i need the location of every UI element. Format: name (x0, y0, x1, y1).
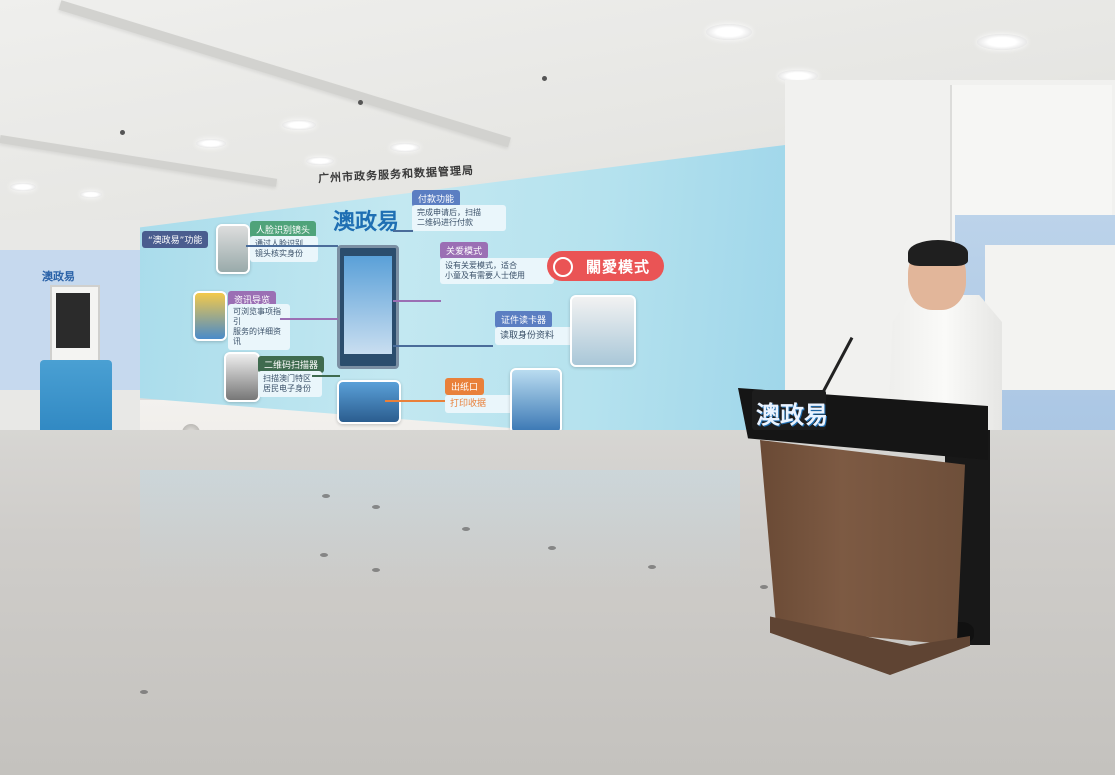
photo-scene: 广州市政务服务和数据管理局 “澳政易”功能 澳政易 人脸识别镜头 通过人脸识别 … (0, 0, 1115, 775)
floor-light (648, 565, 656, 569)
kiosk-sign: 澳政易 (42, 270, 75, 283)
item-desc: 完成申请后，扫描 二维码进行付款 (412, 205, 506, 231)
kiosk-machine (40, 285, 112, 440)
ceiling-light (390, 143, 420, 152)
floor-light (760, 585, 768, 589)
connector-line (393, 300, 441, 302)
ceiling-light (977, 34, 1027, 50)
connector-line (393, 345, 493, 347)
item-title: 关爱模式 (440, 242, 489, 259)
item-title: 证件读卡器 (495, 311, 553, 328)
floor-light (548, 546, 556, 550)
ceiling-light (10, 183, 36, 191)
connector-line (393, 230, 413, 232)
right-wall-panel-inner (985, 245, 1115, 390)
item-desc: 可浏览事项指引 服务的详细资讯 (228, 304, 290, 350)
ceiling-light (306, 157, 334, 165)
floor-light (322, 494, 330, 498)
item-title: 出纸口 (445, 378, 485, 395)
item-desc: 读取身份资料 (495, 327, 573, 345)
screen-logo: 澳政易 (333, 210, 400, 235)
accessibility-icon (553, 257, 573, 277)
features-tag: “澳政易”功能 (142, 231, 209, 248)
care-mode-label: 關愛模式 (586, 258, 651, 276)
scanner-thumbnail (224, 352, 260, 402)
smoke-detector (358, 100, 363, 105)
ceiling-light (80, 191, 102, 198)
connector-line (246, 245, 338, 247)
floor-reflection (140, 470, 740, 590)
item-desc: 通过人脸识别 镜头核实身份 (250, 236, 318, 262)
speaker-hair (908, 240, 968, 266)
ceiling-light (706, 24, 752, 40)
connector-line (312, 375, 340, 377)
card-reader-thumbnail (570, 295, 636, 367)
printer-thumbnail (510, 368, 562, 434)
floor-light (140, 690, 148, 694)
floor-light (372, 505, 380, 509)
ceiling-light (196, 139, 226, 148)
connector-line (385, 400, 445, 402)
ceiling-light (282, 120, 316, 130)
floor-light (372, 568, 380, 572)
guide-thumbnail (193, 291, 227, 341)
kiosk-illustration (337, 245, 399, 369)
floor-light (320, 553, 328, 557)
podium-body (760, 440, 965, 645)
item-desc: 设有关爱模式，适合 小童及有需要人士使用 (440, 258, 554, 284)
sprinkler (542, 76, 547, 81)
kiosk-base-illustration (337, 380, 401, 424)
sprinkler (120, 130, 125, 135)
camera-thumbnail (216, 224, 250, 274)
floor-light (462, 527, 470, 531)
podium-logo: 澳政易 (756, 401, 828, 429)
connector-line (280, 318, 338, 320)
item-desc: 打印收据 (445, 395, 517, 413)
